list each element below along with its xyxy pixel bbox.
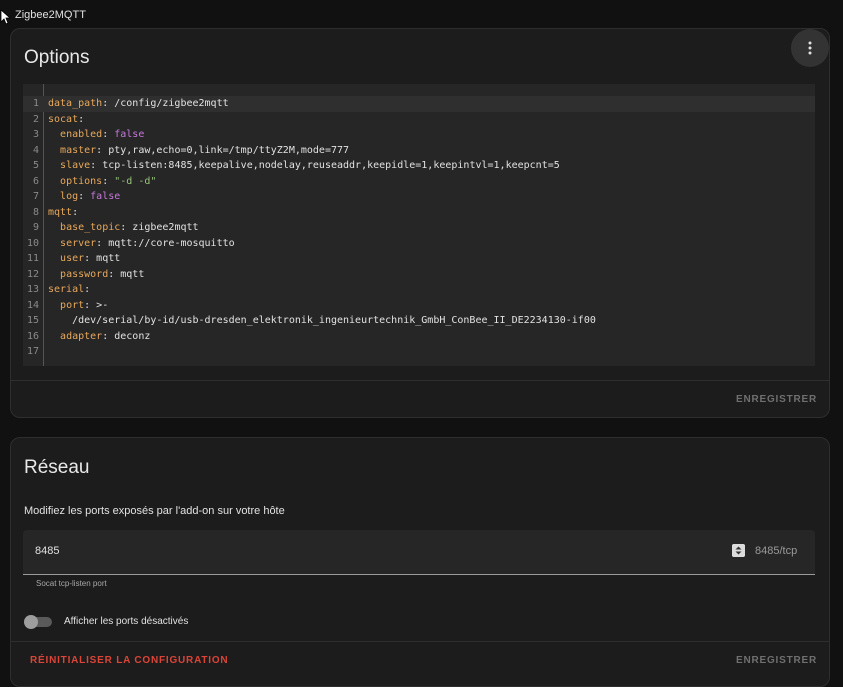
code-line[interactable]: 7 log: false xyxy=(23,189,815,205)
options-card: Options 1 data_path: /config/zigbee2mqtt 2… xyxy=(10,28,830,418)
code-text: enabled: false xyxy=(60,129,145,140)
code-line[interactable]: 13 serial: xyxy=(23,282,815,298)
line-number: 8 xyxy=(32,206,39,218)
line-number: 11 xyxy=(26,253,39,264)
code-text: mqtt: xyxy=(48,206,79,218)
code-text: base_topic: zigbee2mqtt xyxy=(60,222,199,233)
code-line[interactable]: 2 socat: xyxy=(23,112,815,128)
line-number: 15 xyxy=(26,315,39,326)
line-number: 4 xyxy=(32,144,39,156)
line-number: 6 xyxy=(32,175,39,187)
code-line[interactable]: 12 password: mqtt xyxy=(23,267,815,283)
code-text: socat: xyxy=(48,113,85,125)
code-line[interactable]: 15 /dev/serial/by-id/usb-dresden_elektro… xyxy=(23,313,815,329)
code-text: slave: tcp-listen:8485,keepalive,nodelay… xyxy=(60,160,560,171)
options-divider xyxy=(11,380,829,381)
line-number: 17 xyxy=(26,346,39,357)
line-number: 3 xyxy=(32,129,39,140)
port-input[interactable]: 8485 8485/tcp xyxy=(23,530,815,575)
port-input-value: 8485 xyxy=(35,545,60,557)
options-title: Options xyxy=(24,47,90,68)
code-text: options: "-d -d" xyxy=(60,175,157,187)
code-text: server: mqtt://core-mosquitto xyxy=(60,237,235,249)
code-text: log: false xyxy=(60,191,121,202)
network-save-button[interactable]: ENREGISTRER xyxy=(736,655,817,666)
code-line[interactable]: 6 options: "-d -d" xyxy=(23,174,815,190)
network-divider xyxy=(11,641,829,642)
line-number: 5 xyxy=(32,160,39,171)
code-text: adapter: deconz xyxy=(60,330,151,342)
mouse-cursor-icon xyxy=(0,9,10,25)
line-number: 7 xyxy=(32,191,39,202)
code-line[interactable]: 4 master: pty,raw,echo=0,link=/tmp/ttyZ2… xyxy=(23,143,815,159)
code-text: password: mqtt xyxy=(60,268,145,280)
code-line[interactable]: 3 enabled: false xyxy=(23,127,815,143)
options-save-button[interactable]: ENREGISTRER xyxy=(736,394,817,405)
line-number: 2 xyxy=(32,113,39,125)
line-number: 14 xyxy=(26,299,39,311)
code-line[interactable]: 16 adapter: deconz xyxy=(23,329,815,345)
code-text: port: >- xyxy=(60,299,109,311)
code-text: data_path: /config/zigbee2mqtt xyxy=(48,98,229,109)
code-text: user: mqtt xyxy=(60,253,121,264)
code-line[interactable]: 14 port: >- xyxy=(23,298,815,314)
network-card: Réseau Modifiez les ports exposés par l'… xyxy=(10,437,830,687)
reset-configuration-button[interactable]: RÉINITIALISER LA CONFIGURATION xyxy=(30,655,228,666)
code-text: serial: xyxy=(48,284,91,295)
code-line[interactable]: 10 server: mqtt://core-mosquitto xyxy=(23,236,815,252)
code-line[interactable]: 1 data_path: /config/zigbee2mqtt xyxy=(23,96,815,112)
network-title: Réseau xyxy=(24,457,90,478)
app-title: Zigbee2MQTT xyxy=(15,9,86,21)
line-number: 1 xyxy=(32,98,39,109)
code-text: master: pty,raw,echo=0,link=/tmp/ttyZ2M,… xyxy=(60,144,350,156)
overflow-menu-button[interactable] xyxy=(791,29,829,67)
line-number: 16 xyxy=(26,330,39,342)
number-spinner-icon[interactable] xyxy=(732,544,745,557)
code-line[interactable]: 11 user: mqtt xyxy=(23,251,815,267)
line-number: 10 xyxy=(26,237,39,249)
line-number: 13 xyxy=(26,284,39,295)
dots-vertical-icon xyxy=(808,41,812,55)
show-disabled-ports-toggle[interactable] xyxy=(24,615,52,629)
code-line[interactable]: 5 slave: tcp-listen:8485,keepalive,nodel… xyxy=(23,158,815,174)
show-disabled-ports-label: Afficher les ports désactivés xyxy=(64,616,189,627)
code-text: /dev/serial/by-id/usb-dresden_elektronik… xyxy=(48,315,596,326)
code-line[interactable]: 17 xyxy=(23,344,815,360)
network-description: Modifiez les ports exposés par l'add-on … xyxy=(24,505,285,517)
code-line[interactable]: 9 base_topic: zigbee2mqtt xyxy=(23,220,815,236)
line-number: 12 xyxy=(26,268,39,280)
port-suffix: 8485/tcp xyxy=(755,545,798,557)
yaml-code-editor[interactable]: 1 data_path: /config/zigbee2mqtt 2 socat: 3 … xyxy=(23,84,815,366)
code-line[interactable]: 8 mqtt: xyxy=(23,205,815,221)
line-number: 9 xyxy=(32,222,39,233)
port-helper-text: Socat tcp-listen port xyxy=(36,579,107,588)
